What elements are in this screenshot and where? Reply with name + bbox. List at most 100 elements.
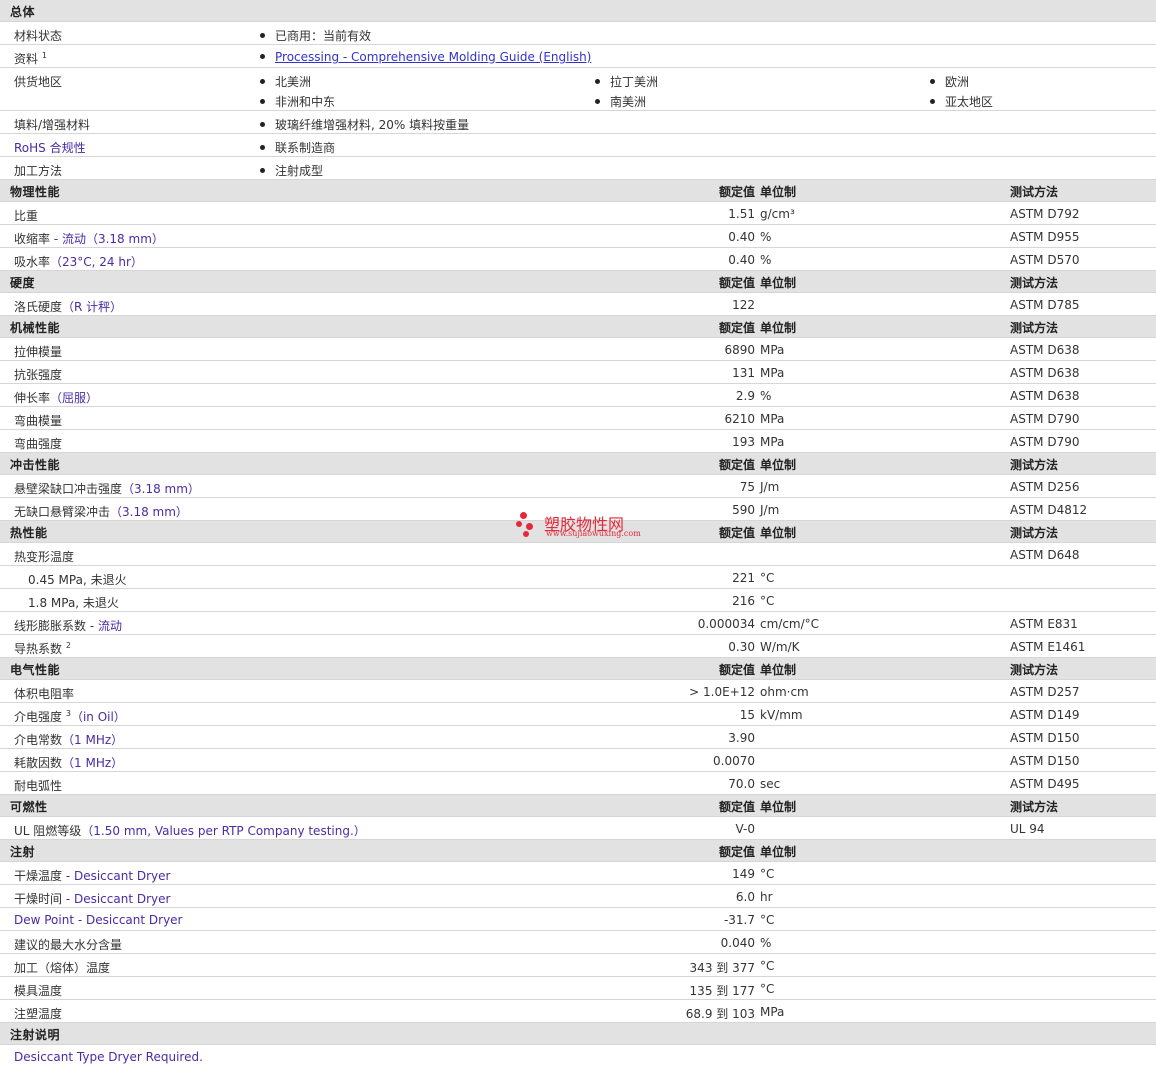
property-unit: W/m/K [760, 640, 800, 654]
value-text: 已商用：当前有效 [275, 29, 372, 43]
property-unit: °C [760, 594, 775, 608]
property-value: 68.9 到 103 [685, 1007, 755, 1021]
property-row: 干燥温度 - Desiccant Dryer 149 °C [0, 862, 1156, 885]
property-value: 已商用：当前有效 [260, 27, 371, 44]
document-link[interactable]: Processing - Comprehensive Molding Guide… [275, 50, 591, 64]
property-label-text: 吸水率 [14, 255, 51, 269]
property-unit: MPa [760, 343, 785, 357]
value-text: 联系制造商 [275, 141, 336, 155]
property-value: -31.7 [723, 913, 755, 927]
property-label: UL 阻燃等级（1.50 mm, Values per RTP Company … [14, 822, 366, 839]
column-header-unit: 单位制 [760, 458, 797, 472]
bullet-icon [260, 122, 265, 127]
property-unit: cm/cm/°C [760, 617, 820, 631]
test-method: ASTM D256 [1010, 480, 1080, 494]
property-row: 洛氏硬度（R 计秤） 122 ASTM D785 [0, 293, 1156, 316]
property-label: 注塑温度 [14, 1005, 62, 1022]
property-row: 介电常数（1 MHz） 3.90 ASTM D150 [0, 726, 1156, 749]
region-text: 北美洲 [275, 75, 312, 89]
property-unit: °C [760, 867, 775, 881]
property-row: 0.45 MPa, 未退火 221 °C [0, 566, 1156, 589]
region-text: 南美洲 [610, 95, 647, 109]
property-unit: MPa [760, 366, 785, 380]
section-header: 可燃性 额定值 单位制 测试方法 [0, 795, 1156, 817]
property-row: 抗张强度 131 MPa ASTM D638 [0, 361, 1156, 384]
watermark-logo: 塑胶物性网 www.sujiaowuxing.com [514, 508, 654, 542]
bullet-icon [260, 145, 265, 150]
test-method: ASTM D790 [1010, 412, 1080, 426]
property-row: 介电强度 3（in Oil） 15 kV/mm ASTM D149 [0, 703, 1156, 726]
section-header: 机械性能 额定值 单位制 测试方法 [0, 316, 1156, 338]
section-title: 电气性能 [10, 663, 61, 677]
test-method: ASTM D4812 [1010, 503, 1088, 517]
test-method: ASTM E1461 [1010, 640, 1086, 654]
property-condition: Dew Point - Desiccant Dryer [14, 913, 183, 927]
property-label-text: 耗散因数 [14, 756, 63, 770]
property-unit: ohm·cm [760, 685, 809, 699]
property-label: 无缺口悬臂梁冲击（3.18 mm） [14, 503, 188, 520]
property-label-text: 抗张强度 [14, 368, 63, 382]
test-method: ASTM D790 [1010, 435, 1080, 449]
property-unit: % [760, 230, 772, 244]
test-method: ASTM D785 [1010, 298, 1080, 312]
region-item: 欧洲 [930, 73, 969, 90]
property-label: 线形膨胀系数 - 流动 [14, 617, 122, 634]
footnote-marker: 2 [65, 641, 71, 650]
property-label: 资料 1 [14, 50, 47, 67]
property-condition: （R 计秤） [62, 300, 123, 314]
property-unit: °C [760, 982, 775, 996]
column-header-method: 测试方法 [1010, 276, 1059, 290]
property-value: 193 [732, 435, 755, 449]
test-method: UL 94 [1010, 822, 1045, 836]
property-label: 热变形温度 [14, 548, 74, 565]
notes-text: Desiccant Type Dryer Required. [14, 1050, 203, 1064]
region-item: 非洲和中东 [260, 93, 335, 110]
property-label-text: 无缺口悬臂梁冲击 [14, 505, 111, 519]
column-header-method: 测试方法 [1010, 458, 1059, 472]
property-unit: °C [760, 959, 775, 973]
bullet-icon [595, 99, 600, 104]
property-label-text: 弯曲强度 [14, 437, 63, 451]
property-condition: （1 MHz） [62, 756, 124, 770]
column-header-method: 测试方法 [1010, 321, 1059, 335]
property-label: 干燥时间 - Desiccant Dryer [14, 890, 170, 907]
column-header-value: 额定值 [718, 321, 755, 335]
property-label: 模具温度 [14, 982, 62, 999]
column-header-method: 测试方法 [1010, 185, 1059, 199]
test-method: ASTM D648 [1010, 548, 1080, 562]
property-unit: J/m [760, 480, 780, 494]
property-label: 介电强度 3（in Oil） [14, 708, 126, 725]
section-title: 总体 [10, 5, 36, 19]
property-row: 收缩率 - 流动（3.18 mm） 0.40% ASTM D955 [0, 225, 1156, 248]
value-text: 注射成型 [275, 164, 324, 178]
property-value: 注射成型 [260, 162, 323, 179]
property-value: 0.40 [728, 253, 755, 267]
property-label: 加工方法 [14, 162, 62, 179]
property-label: 耐电弧性 [14, 777, 62, 794]
section-title: 硬度 [10, 276, 36, 290]
property-value: 70.0 [728, 777, 755, 791]
section-header: 硬度 额定值 单位制 测试方法 [0, 271, 1156, 293]
property-label: 悬壁梁缺口冲击强度（3.18 mm） [14, 480, 200, 497]
property-label: 比重 [14, 207, 38, 224]
test-method: ASTM D495 [1010, 777, 1080, 791]
property-label: 抗张强度 [14, 366, 62, 383]
property-value: 0.40 [728, 230, 755, 244]
property-value: 玻璃纤维增强材料, 20% 填料按重量 [260, 116, 469, 133]
column-header-unit: 单位制 [760, 321, 797, 335]
property-value: 149 [732, 867, 755, 881]
property-label-text: 建议的最大水分含量 [14, 938, 123, 952]
property-value: 0.040 [720, 936, 755, 950]
property-value: 343 到 377 [689, 961, 755, 975]
test-method: ASTM E831 [1010, 617, 1078, 631]
property-label: 建议的最大水分含量 [14, 936, 122, 953]
property-row: 加工（熔体）温度 343 到 377 °C [0, 954, 1156, 977]
property-label-text: 注塑温度 [14, 1007, 63, 1021]
test-method: ASTM D150 [1010, 754, 1080, 768]
property-row: 拉伸模量 6890 MPa ASTM D638 [0, 338, 1156, 361]
property-value: 0.30 [728, 640, 755, 654]
test-method: ASTM D149 [1010, 708, 1080, 722]
property-label: Dew Point - Desiccant Dryer [14, 913, 182, 927]
property-label: 吸水率（23°C, 24 hr） [14, 253, 143, 270]
property-label-text: 导热系数 [14, 642, 63, 656]
